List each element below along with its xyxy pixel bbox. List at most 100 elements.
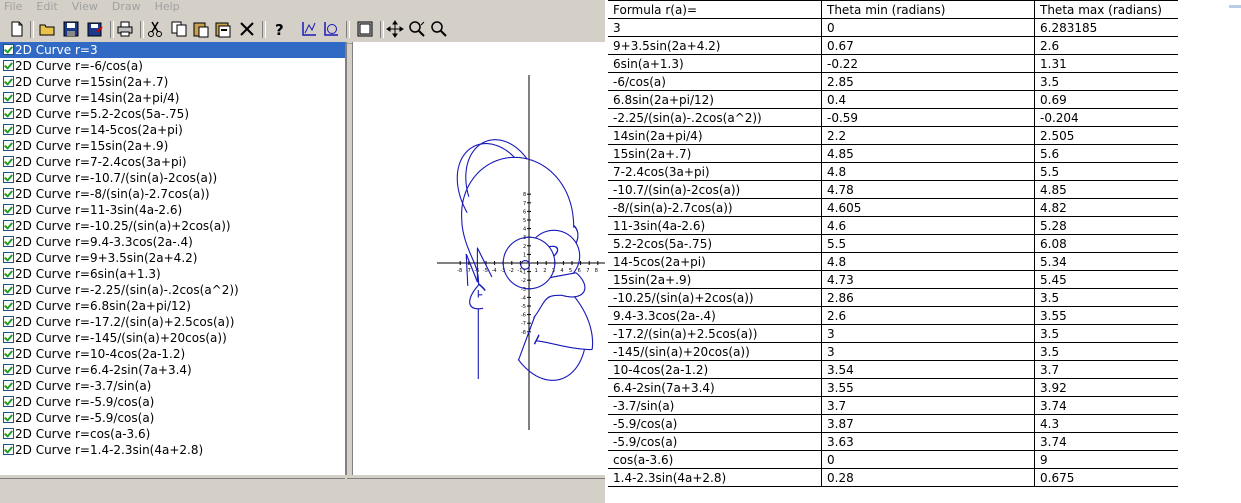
theta-min-cell[interactable]: -0.22 <box>821 54 1035 73</box>
copy-icon[interactable] <box>170 20 188 38</box>
theta-min-cell[interactable]: 0.28 <box>821 468 1035 487</box>
theta-max-cell[interactable]: 3.5 <box>1034 288 1178 307</box>
header-theta-max[interactable]: Theta max (radians) <box>1034 0 1178 19</box>
polar-curve[interactable] <box>520 260 530 270</box>
list-item[interactable]: 2D Curve r=11-3sin(4a-2.6) <box>0 202 345 218</box>
zoom-out-icon[interactable] <box>430 20 448 38</box>
paste-icon[interactable] <box>192 20 210 38</box>
theta-max-cell[interactable]: 4.3 <box>1034 414 1178 433</box>
theta-min-cell[interactable]: 0.67 <box>821 36 1035 55</box>
checkbox[interactable] <box>3 364 14 375</box>
save-as-icon[interactable] <box>86 20 104 38</box>
checkbox[interactable] <box>3 284 14 295</box>
theta-max-cell[interactable]: 0.675 <box>1034 468 1178 487</box>
polar-curve[interactable] <box>533 334 540 345</box>
theta-min-cell[interactable]: 4.73 <box>821 270 1035 289</box>
theta-min-cell[interactable]: 4.85 <box>821 144 1035 163</box>
theta-max-cell[interactable]: 3.92 <box>1034 378 1178 397</box>
list-item[interactable]: 2D Curve r=5.2-2cos(5a-.75) <box>0 106 345 122</box>
menu-file[interactable]: File <box>4 0 22 13</box>
theta-max-cell[interactable]: 6.08 <box>1034 234 1178 253</box>
checkbox[interactable] <box>3 316 14 327</box>
header-theta-min[interactable]: Theta min (radians) <box>821 0 1035 19</box>
checkbox[interactable] <box>3 76 14 87</box>
list-item[interactable]: 2D Curve r=14-5cos(2a+pi) <box>0 122 345 138</box>
new-icon[interactable] <box>8 20 26 38</box>
help-icon[interactable]: ? <box>270 20 288 39</box>
formula-cell[interactable]: cos(a-3.6) <box>608 450 822 469</box>
formula-cell[interactable]: 9+3.5sin(2a+4.2) <box>608 36 822 55</box>
theta-max-cell[interactable]: 6.283185 <box>1034 18 1178 37</box>
theta-max-cell[interactable]: 2.505 <box>1034 126 1178 145</box>
formula-cell[interactable]: -6/cos(a) <box>608 72 822 91</box>
checkbox[interactable] <box>3 348 14 359</box>
list-item[interactable]: 2D Curve r=6.8sin(2a+pi/12) <box>0 298 345 314</box>
save-icon[interactable] <box>62 20 80 38</box>
theta-min-cell[interactable]: 4.6 <box>821 216 1035 235</box>
theta-max-cell[interactable]: 2.6 <box>1034 36 1178 55</box>
theta-min-cell[interactable]: 4.8 <box>821 252 1035 271</box>
checkbox[interactable] <box>3 44 14 55</box>
move-icon[interactable] <box>386 20 404 38</box>
theta-min-cell[interactable]: 2.2 <box>821 126 1035 145</box>
formula-cell[interactable]: -3.7/sin(a) <box>608 396 822 415</box>
list-item[interactable]: 2D Curve r=10-4cos(2a-1.2) <box>0 346 345 362</box>
theta-max-cell[interactable]: -0.204 <box>1034 108 1178 127</box>
theta-min-cell[interactable]: 3.7 <box>821 396 1035 415</box>
checkbox[interactable] <box>3 156 14 167</box>
delete-icon[interactable] <box>238 20 256 38</box>
checkbox[interactable] <box>3 172 14 183</box>
formula-cell[interactable]: 5.2-2cos(5a-.75) <box>608 234 822 253</box>
grid-icon[interactable] <box>322 20 340 38</box>
formula-cell[interactable]: 14-5cos(2a+pi) <box>608 252 822 271</box>
list-item[interactable]: 2D Curve r=15sin(2a+.7) <box>0 74 345 90</box>
polar-curve[interactable] <box>560 272 586 298</box>
paste-special-icon[interactable] <box>214 20 232 38</box>
formula-cell[interactable]: 15sin(2a+.9) <box>608 270 822 289</box>
polar-curve[interactable] <box>469 284 484 310</box>
menu-draw[interactable]: Draw <box>112 0 141 13</box>
window-icon[interactable] <box>356 20 374 38</box>
header-formula[interactable]: Formula r(a)= <box>608 0 822 19</box>
list-item[interactable]: 2D Curve r=-145/(sin(a)+20cos(a)) <box>0 330 345 346</box>
theta-min-cell[interactable]: 3.87 <box>821 414 1035 433</box>
theta-min-cell[interactable]: 0 <box>821 18 1035 37</box>
zoom-icon[interactable] <box>408 20 426 38</box>
theta-max-cell[interactable]: 3.5 <box>1034 342 1178 361</box>
checkbox[interactable] <box>3 92 14 103</box>
theta-min-cell[interactable]: 0.4 <box>821 90 1035 109</box>
checkbox[interactable] <box>3 204 14 215</box>
checkbox[interactable] <box>3 412 14 423</box>
checkbox[interactable] <box>3 236 14 247</box>
checkbox[interactable] <box>3 108 14 119</box>
list-item[interactable]: 2D Curve r=6.4-2sin(7a+3.4) <box>0 362 345 378</box>
checkbox[interactable] <box>3 220 14 231</box>
polar-curve[interactable] <box>461 222 480 285</box>
list-item[interactable]: 2D Curve r=14sin(2a+pi/4) <box>0 90 345 106</box>
checkbox[interactable] <box>3 396 14 407</box>
formula-cell[interactable]: 6.8sin(2a+pi/12) <box>608 90 822 109</box>
checkbox[interactable] <box>3 428 14 439</box>
theta-min-cell[interactable]: 3.63 <box>821 432 1035 451</box>
polar-curve[interactable] <box>461 156 575 228</box>
list-item[interactable]: 2D Curve r=-3.7/sin(a) <box>0 378 345 394</box>
checkbox[interactable] <box>3 140 14 151</box>
plot-canvas[interactable]: -8 -7 -6 -5 -4 -3 -2 -1 1 2 3 4 5 6 7 8 8 7 6 5 4 3 2 1 -1 -2 -3 -4… <box>352 42 606 475</box>
theta-max-cell[interactable]: 4.82 <box>1034 198 1178 217</box>
formula-cell[interactable]: 1.4-2.3sin(4a+2.8) <box>608 468 822 487</box>
theta-max-cell[interactable]: 5.45 <box>1034 270 1178 289</box>
curve-list[interactable]: 2D Curve r=3 2D Curve r=-6/cos(a) 2D Curve r=… <box>0 42 347 475</box>
formula-cell[interactable]: -2.25/(sin(a)-.2cos(a^2)) <box>608 108 822 127</box>
formula-cell[interactable]: 7-2.4cos(3a+pi) <box>608 162 822 181</box>
formula-cell[interactable]: -5.9/cos(a) <box>608 414 822 433</box>
theta-max-cell[interactable]: 3.74 <box>1034 396 1178 415</box>
polar-curve[interactable] <box>478 283 486 291</box>
checkbox[interactable] <box>3 332 14 343</box>
formula-cell[interactable]: -17.2/(sin(a)+2.5cos(a)) <box>608 324 822 343</box>
polar-curve[interactable] <box>517 349 585 381</box>
theta-max-cell[interactable]: 9 <box>1034 450 1178 469</box>
checkbox[interactable] <box>3 124 14 135</box>
axes-icon[interactable] <box>300 20 318 38</box>
cut-icon[interactable] <box>146 20 164 38</box>
theta-max-cell[interactable]: 3.55 <box>1034 306 1178 325</box>
